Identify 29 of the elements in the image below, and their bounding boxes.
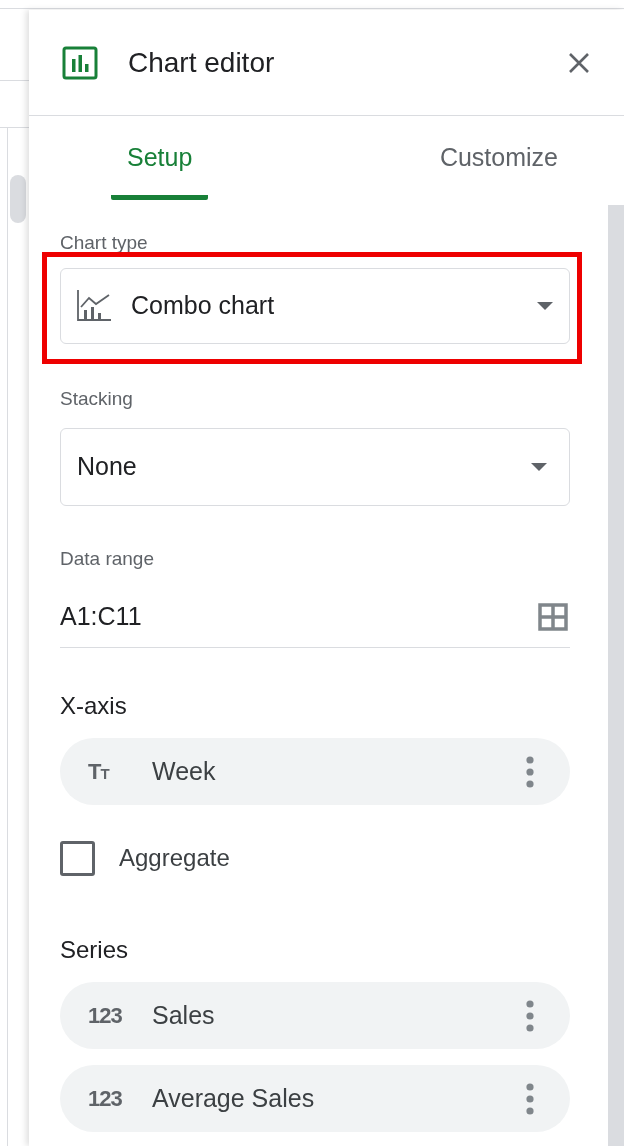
field-chip[interactable]: 123 Average Sales: [60, 1065, 570, 1132]
chart-type-dropdown[interactable]: Combo chart: [60, 268, 570, 344]
scrollbar-thumb[interactable]: [10, 175, 26, 223]
section-heading: Series: [60, 936, 130, 964]
more-icon[interactable]: [526, 755, 534, 788]
combo-chart-icon: [77, 290, 111, 322]
more-icon[interactable]: [526, 999, 534, 1032]
chart-icon: [62, 45, 98, 80]
checkbox-label: Aggregate: [119, 843, 230, 873]
data-type-icon: 123: [88, 999, 152, 1032]
stacking-dropdown[interactable]: None: [60, 428, 570, 506]
dropdown-caret-icon: [531, 463, 547, 471]
field-chip[interactable]: 123 Sales: [60, 982, 570, 1049]
section-heading: X-axis: [60, 692, 128, 720]
close-icon[interactable]: [568, 51, 590, 74]
dropdown-caret-icon: [537, 302, 553, 310]
checkbox[interactable]: [60, 840, 95, 876]
data-type-icon: 123: [88, 1082, 152, 1115]
field-label: Chart type: [60, 232, 148, 254]
data-type-icon: Tt: [88, 755, 152, 788]
data-range-field[interactable]: A1:C11: [60, 592, 570, 648]
field-label: Stacking: [60, 388, 134, 410]
window-title: Chart editor: [128, 45, 276, 80]
field-label: Data range: [60, 548, 155, 570]
grid-icon[interactable]: [538, 602, 568, 631]
tab[interactable]: Setup: [111, 116, 209, 200]
tab[interactable]: Customize: [423, 116, 574, 200]
more-icon[interactable]: [526, 1082, 534, 1115]
field-chip[interactable]: Tt Week: [60, 738, 570, 805]
